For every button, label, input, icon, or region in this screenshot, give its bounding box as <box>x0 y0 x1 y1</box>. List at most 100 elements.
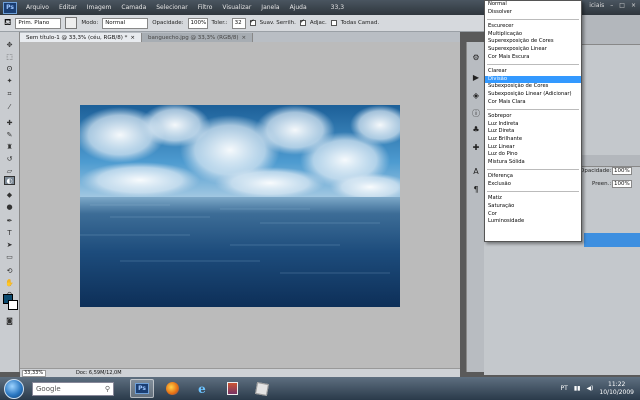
blend-option-exclusao[interactable]: Exclusão <box>485 181 581 189</box>
canvas-area[interactable] <box>20 42 460 368</box>
type-tool-icon[interactable]: T <box>4 228 15 237</box>
workspace-label[interactable]: iciais <box>589 2 604 9</box>
volume-icon[interactable]: ◀) <box>586 385 593 392</box>
mode-select[interactable]: Normal <box>102 17 149 29</box>
blend-option-superexposicao-cores[interactable]: Superexposição de Cores <box>485 38 581 46</box>
blend-option-superexposicao-linear[interactable]: Superexposição Linear <box>485 46 581 54</box>
opacity-input[interactable]: 100% <box>187 17 208 29</box>
blend-option-luz-indireta[interactable]: Luz Indireta <box>485 121 581 129</box>
clone-source-panel-icon[interactable]: ♣ <box>471 124 481 134</box>
pattern-swatch[interactable] <box>65 17 78 29</box>
tab-close-icon[interactable]: × <box>241 35 246 41</box>
menu-visualizar[interactable]: Visualizar <box>217 4 256 11</box>
blend-option-matiz[interactable]: Matiz <box>485 195 581 203</box>
contiguous-checkbox[interactable] <box>299 18 306 26</box>
blend-option-cor-mais-clara[interactable]: Cor Mais Clara <box>485 99 581 107</box>
blend-option-subexposicao-cores[interactable]: Subexposição de Cores <box>485 83 581 91</box>
path-select-tool-icon[interactable]: ➤ <box>4 240 15 249</box>
photoshop-task-icon[interactable]: Ps <box>130 379 154 398</box>
layer-fill-input[interactable]: 100% <box>612 180 632 188</box>
blend-option-cor[interactable]: Cor <box>485 211 581 219</box>
quick-mask-icon[interactable]: ◙ <box>4 316 15 325</box>
history-brush-tool-icon[interactable]: ↺ <box>4 154 15 163</box>
paint-bucket-icon[interactable]: ⛾ <box>4 18 11 29</box>
google-search-box[interactable]: Google ⚲ <box>32 381 114 396</box>
character-panel-icon[interactable]: A <box>471 166 481 176</box>
blend-option-luz-linear[interactable]: Luz Linear <box>485 144 581 152</box>
clock[interactable]: 11:22 10/10/2009 <box>599 381 634 397</box>
marquee-tool-icon[interactable]: ⬚ <box>4 52 15 61</box>
language-indicator[interactable]: PT <box>561 385 568 392</box>
sea-sky-image[interactable] <box>80 105 400 307</box>
blend-option-multiplicacao[interactable]: Multiplicação <box>485 31 581 39</box>
pen-tool-icon[interactable]: ✒ <box>4 216 15 225</box>
background-color-swatch[interactable] <box>8 300 18 310</box>
tab-banguecho[interactable]: banguecho.jpg @ 33,3% (RGB/8) × <box>142 33 254 42</box>
blend-option-clarear[interactable]: Clarear <box>485 68 581 76</box>
stamp-tool-icon[interactable]: ♜ <box>4 142 15 151</box>
status-doc-size[interactable]: Doc: 6,59M/12,0M <box>76 370 122 376</box>
actions-panel-icon[interactable]: ▶ <box>471 72 481 82</box>
ie-icon[interactable]: e <box>190 379 214 398</box>
menu-filtro[interactable]: Filtro <box>193 4 218 11</box>
tool-presets-panel-icon[interactable]: ✚ <box>471 142 481 152</box>
healing-tool-icon[interactable]: ✚ <box>4 118 15 127</box>
shape-tool-icon[interactable]: ▭ <box>4 252 15 261</box>
paragraph-panel-icon[interactable]: ¶ <box>471 184 481 194</box>
lasso-tool-icon[interactable]: ʘ <box>4 64 15 73</box>
navigator-panel-icon[interactable]: ◈ <box>471 90 481 100</box>
blend-option-escurecer[interactable]: Escurecer <box>485 23 581 31</box>
crop-tool-icon[interactable]: ⌗ <box>4 90 15 99</box>
firefox-icon[interactable] <box>160 379 184 398</box>
blend-option-luz-brilhante[interactable]: Luz Brilhante <box>485 136 581 144</box>
winrar-icon[interactable] <box>220 379 244 398</box>
eraser-tool-icon[interactable]: ▱ <box>4 166 15 175</box>
menu-arquivo[interactable]: Arquivo <box>21 4 54 11</box>
ps-logo-icon[interactable]: Ps <box>3 1 17 14</box>
eyedropper-tool-icon[interactable]: ⁄ <box>4 102 15 111</box>
blend-option-mistura-solida[interactable]: Mistura Sólida <box>485 159 581 167</box>
blend-option-cor-mais-escura[interactable]: Cor Mais Escura <box>485 54 581 62</box>
blend-option-luz-do-pino[interactable]: Luz do Pino <box>485 151 581 159</box>
selected-layer-row[interactable] <box>584 233 640 247</box>
network-icon[interactable]: ▮▮ <box>574 385 581 392</box>
blend-option-subexposicao-linear[interactable]: Subexposição Linear (Adicionar) <box>485 91 581 99</box>
zoom-level[interactable]: 33,3 <box>326 4 349 11</box>
status-zoom-field[interactable]: 33,33% <box>22 369 46 377</box>
blend-option-sobrepor[interactable]: Sobrepor <box>485 113 581 121</box>
blend-option-normal[interactable]: Normal <box>485 1 581 9</box>
start-orb-icon[interactable] <box>4 378 24 399</box>
history-panel-icon[interactable]: ⚙ <box>471 52 481 62</box>
tab-close-icon[interactable]: × <box>130 35 135 41</box>
search-icon[interactable]: ⚲ <box>105 385 110 393</box>
blur-tool-icon[interactable]: ◆ <box>4 190 15 199</box>
close-icon[interactable]: × <box>631 2 636 9</box>
paint-bucket-tool-icon[interactable]: ◐ <box>4 176 15 185</box>
blend-option-diferenca[interactable]: Diferença <box>485 173 581 181</box>
all-layers-checkbox[interactable] <box>330 20 337 26</box>
tolerance-input[interactable]: 32 <box>231 17 246 29</box>
blend-option-saturacao[interactable]: Saturação <box>485 203 581 211</box>
blend-option-luminosidade[interactable]: Luminosidade <box>485 218 581 226</box>
brush-tool-icon[interactable]: ✎ <box>4 130 15 139</box>
menu-selecionar[interactable]: Selecionar <box>151 4 192 11</box>
hand-tool-icon[interactable]: ✋ <box>4 278 15 287</box>
layer-opacity-input[interactable]: 100% <box>612 167 632 175</box>
menu-camada[interactable]: Camada <box>116 4 151 11</box>
tab-sem-titulo[interactable]: Sem título-1 @ 33,3% (céu, RGB/8) * × <box>20 33 143 42</box>
antialias-checkbox[interactable] <box>249 18 256 26</box>
menu-ajuda[interactable]: Ajuda <box>285 4 312 11</box>
info-panel-icon[interactable]: ⓘ <box>471 108 481 118</box>
blend-option-dissolver[interactable]: Dissolver <box>485 9 581 17</box>
fill-source-select[interactable]: Prim. Plano <box>15 17 62 29</box>
menu-imagem[interactable]: Imagem <box>82 4 117 11</box>
move-tool-icon[interactable]: ✥ <box>4 40 15 49</box>
magic-wand-tool-icon[interactable]: ✦ <box>4 76 15 85</box>
minimize-icon[interactable]: – <box>610 2 613 9</box>
app-icon[interactable] <box>250 379 274 398</box>
blend-option-divisao[interactable]: Divisão <box>485 75 581 84</box>
menu-janela[interactable]: Janela <box>256 4 284 11</box>
maximize-icon[interactable]: □ <box>619 2 625 9</box>
blend-option-luz-direta[interactable]: Luz Direta <box>485 128 581 136</box>
3d-rotate-tool-icon[interactable]: ⟲ <box>4 266 15 275</box>
